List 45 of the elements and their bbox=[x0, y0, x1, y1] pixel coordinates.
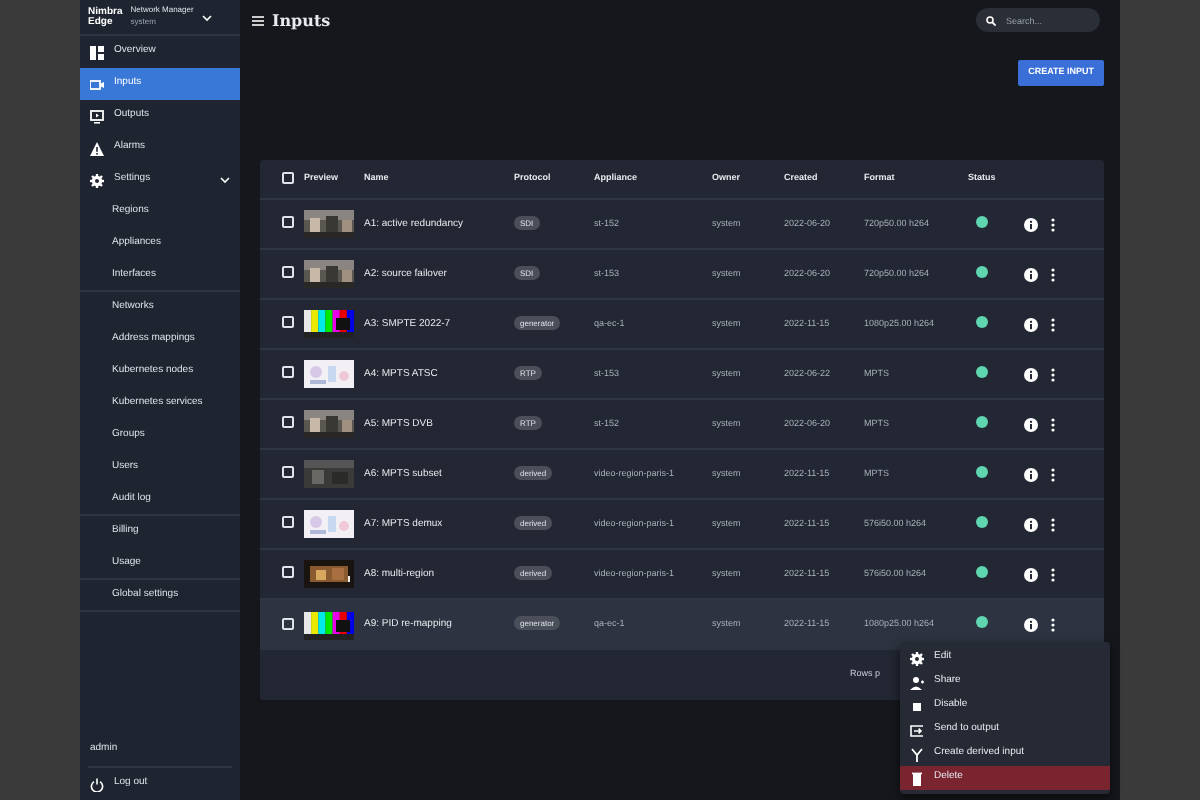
more-icon[interactable] bbox=[1050, 367, 1056, 382]
more-icon[interactable] bbox=[1050, 417, 1056, 432]
chevron-down-icon bbox=[201, 13, 212, 21]
more-icon[interactable] bbox=[1050, 517, 1056, 532]
select-all-checkbox[interactable] bbox=[282, 172, 294, 185]
row-checkbox[interactable] bbox=[282, 617, 294, 630]
row-checkbox[interactable] bbox=[282, 216, 294, 229]
more-icon[interactable] bbox=[1050, 267, 1056, 282]
row-checkbox[interactable] bbox=[282, 416, 294, 429]
monitor-icon bbox=[90, 109, 104, 123]
row-checkbox[interactable] bbox=[282, 316, 294, 329]
page-title: Inputs bbox=[272, 8, 331, 32]
more-icon[interactable] bbox=[1050, 217, 1056, 232]
gear-icon bbox=[910, 651, 924, 665]
row-checkbox[interactable] bbox=[282, 266, 294, 279]
fork-icon bbox=[910, 747, 924, 761]
more-icon[interactable] bbox=[1050, 467, 1056, 482]
gear-icon bbox=[90, 173, 104, 187]
info-icon[interactable] bbox=[1024, 367, 1038, 382]
person-add-icon bbox=[910, 675, 924, 689]
dashboard-icon bbox=[90, 45, 104, 59]
row-checkbox[interactable] bbox=[282, 566, 294, 579]
info-icon[interactable] bbox=[1024, 618, 1038, 632]
info-icon[interactable] bbox=[1024, 317, 1038, 332]
row-checkbox[interactable] bbox=[282, 466, 294, 479]
more-icon[interactable] bbox=[1050, 317, 1056, 332]
menu-icon bbox=[252, 15, 264, 25]
more-icon[interactable] bbox=[1050, 618, 1056, 632]
row-checkbox[interactable] bbox=[282, 366, 294, 379]
info-icon[interactable] bbox=[1024, 467, 1038, 482]
info-icon[interactable] bbox=[1024, 517, 1038, 532]
trash-icon bbox=[910, 771, 924, 785]
send-to-output-icon bbox=[910, 723, 924, 737]
info-icon[interactable] bbox=[1024, 267, 1038, 282]
row-checkbox[interactable] bbox=[282, 516, 294, 529]
info-icon[interactable] bbox=[1024, 567, 1038, 582]
camera-icon bbox=[90, 77, 104, 91]
info-icon[interactable] bbox=[1024, 417, 1038, 432]
stop-icon bbox=[910, 699, 924, 713]
search-icon bbox=[986, 15, 996, 25]
power-icon bbox=[90, 777, 104, 791]
more-icon[interactable] bbox=[1050, 567, 1056, 582]
chevron-icon bbox=[220, 176, 230, 184]
warning-icon bbox=[90, 141, 104, 155]
info-icon[interactable] bbox=[1024, 217, 1038, 232]
